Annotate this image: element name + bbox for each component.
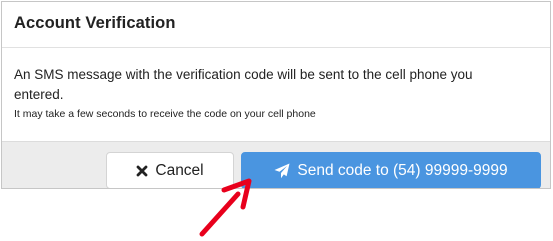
dialog-header: Account Verification xyxy=(2,2,550,48)
send-code-button-label: Send code to (54) 99999-9999 xyxy=(297,161,508,179)
sms-message-text: An SMS message with the verification cod… xyxy=(14,67,473,102)
dialog-body: An SMS message with the verification cod… xyxy=(2,48,550,140)
paper-plane-icon xyxy=(274,163,290,179)
dialog-title: Account Verification xyxy=(14,14,176,32)
red-arrow-icon xyxy=(199,178,252,237)
send-code-button[interactable]: Send code to (54) 99999-9999 xyxy=(241,152,541,188)
dialog-footer: Cancel Send code to (54) 99999-9999 xyxy=(2,141,550,188)
account-verification-dialog: Account Verification An SMS message with… xyxy=(1,1,551,189)
close-icon xyxy=(136,165,148,177)
delay-note-text: It may take a few seconds to receive the… xyxy=(14,108,316,120)
